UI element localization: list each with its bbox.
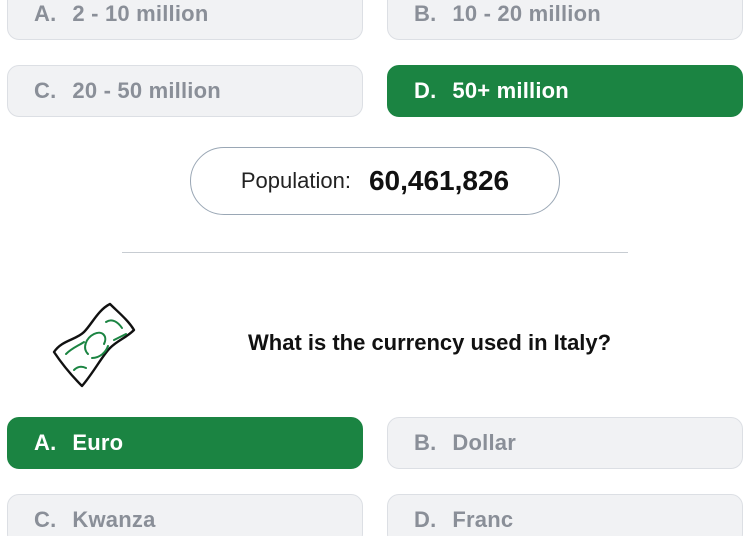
banknote-icon: [52, 302, 136, 388]
option-letter: D.: [414, 78, 437, 103]
option-label: 50+ million: [452, 78, 569, 103]
population-option-c[interactable]: C. 20 - 50 million: [7, 65, 363, 117]
option-label: 10 - 20 million: [452, 1, 601, 26]
currency-option-b[interactable]: B. Dollar: [387, 417, 743, 469]
option-letter: B.: [414, 430, 437, 455]
section-divider: [122, 252, 628, 253]
population-label: Population:: [240, 168, 351, 193]
option-label: 20 - 50 million: [72, 78, 221, 103]
population-result: Population: 60,461,826: [190, 147, 560, 215]
option-letter: C.: [34, 78, 57, 103]
population-value: 60,461,826: [368, 165, 510, 196]
population-option-d[interactable]: D. 50+ million: [387, 65, 743, 117]
option-letter: A.: [34, 1, 57, 26]
option-label: Dollar: [452, 430, 516, 455]
option-letter: D.: [414, 507, 437, 532]
population-option-a[interactable]: A. 2 - 10 million: [7, 0, 363, 40]
option-label: Franc: [452, 507, 514, 532]
population-option-b[interactable]: B. 10 - 20 million: [387, 0, 743, 40]
option-letter: A.: [34, 430, 57, 455]
option-label: Kwanza: [72, 507, 156, 532]
currency-option-a[interactable]: A. Euro: [7, 417, 363, 469]
option-letter: C.: [34, 507, 57, 532]
quiz-page: A. 2 - 10 million B. 10 - 20 million C. …: [0, 0, 750, 536]
option-label: Euro: [72, 430, 124, 455]
currency-option-d[interactable]: D. Franc: [387, 494, 743, 536]
option-label: 2 - 10 million: [72, 1, 209, 26]
currency-question-text: What is the currency used in Italy?: [248, 330, 612, 355]
currency-option-c[interactable]: C. Kwanza: [7, 494, 363, 536]
option-letter: B.: [414, 1, 437, 26]
